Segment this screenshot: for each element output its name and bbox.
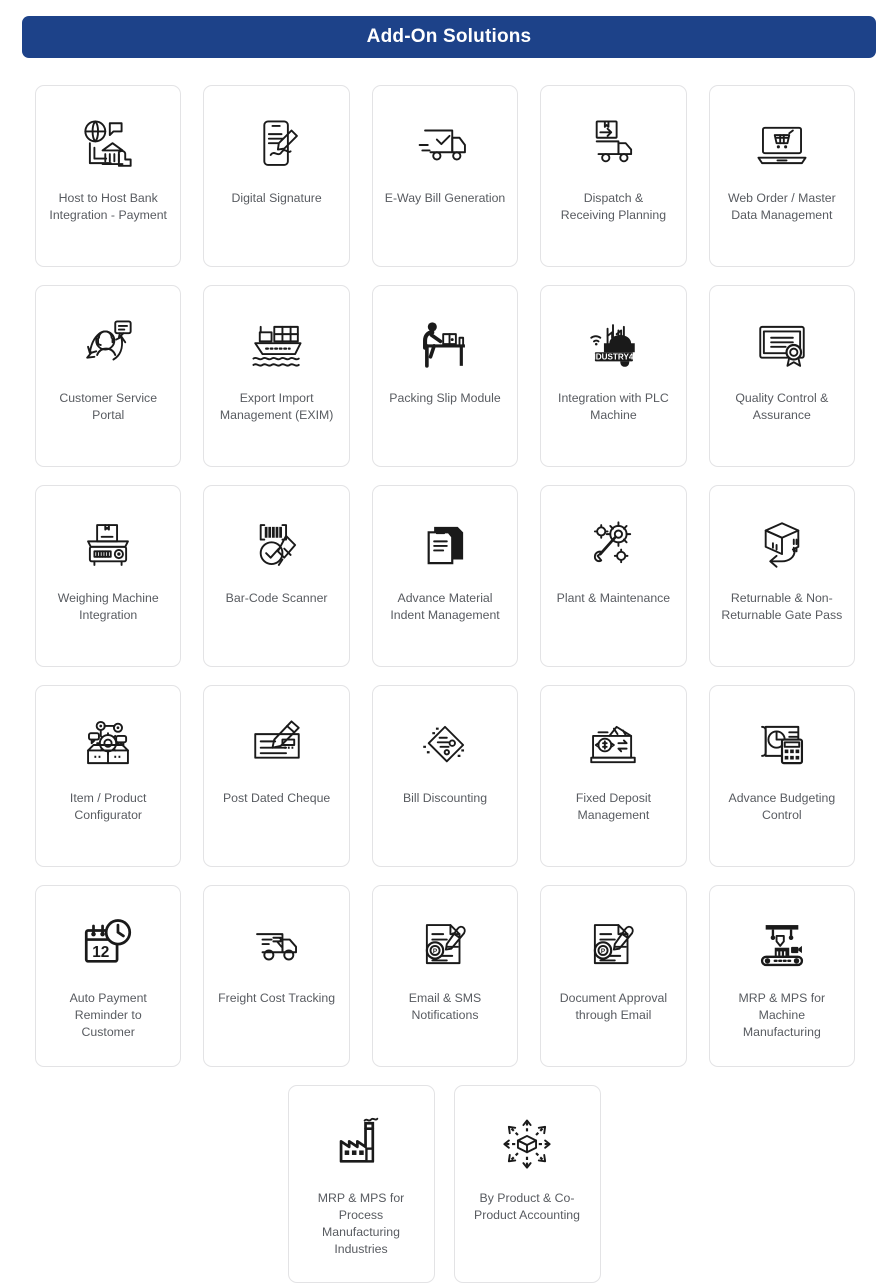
solution-card[interactable]: By Product & Co- Product Accounting: [453, 1085, 601, 1283]
industry-4-0-icon: INDUSTRY4.0: [575, 308, 651, 382]
solution-card-label: Integration with PLC Machine: [558, 391, 669, 422]
solution-card[interactable]: Digital Signature: [203, 85, 350, 267]
solutions-row: Host to Host Bank Integration - Payment D…: [0, 85, 888, 267]
solution-card-label: Advance Budgeting Control: [728, 791, 836, 822]
solution-card[interactable]: INDUSTRY4.0 Integration with PLC Machine: [540, 285, 687, 467]
solution-card[interactable]: P Document Approval through Email: [540, 885, 687, 1067]
solution-card-label: E-Way Bill Generation: [384, 191, 506, 205]
solution-card-label: MRP & MPS for Process Manufacturing Indu…: [317, 1191, 405, 1256]
cheque-pen-icon: [239, 708, 315, 782]
clipboard-folder-icon: [407, 508, 483, 582]
document-stamp-icon: P: [407, 908, 483, 982]
solution-card-label: Bill Discounting: [402, 791, 488, 805]
svg-text:12: 12: [92, 944, 109, 961]
solution-card[interactable]: Bill Discounting: [371, 685, 519, 867]
solution-card[interactable]: Host to Host Bank Integration - Payment: [35, 85, 182, 267]
solution-card-label: Item / Product Configurator: [69, 791, 147, 822]
solution-card-label: Advance Material Indent Management: [390, 591, 500, 622]
page-header-bar: Add-On Solutions: [22, 16, 876, 58]
globe-bank-payment-icon: [70, 108, 146, 182]
solutions-row: Item / Product Configurator Post Dated Ch…: [0, 685, 888, 867]
solution-card[interactable]: MRP & MPS for Machine Manufacturing: [708, 885, 856, 1067]
factory-icon: [323, 1108, 399, 1182]
solutions-row: 12 Auto Payment Reminder to Customer Freig…: [0, 885, 888, 1067]
solution-card-label: Export Import Management (EXIM): [219, 391, 334, 422]
return-box-icon: [744, 508, 820, 582]
solutions-row: Customer Service Portal Export Import Man…: [0, 285, 888, 467]
laptop-cart-icon: [744, 108, 820, 182]
solutions-grid: Host to Host Bank Integration - Payment D…: [0, 85, 888, 1284]
solution-card-label: Fixed Deposit Management: [575, 791, 652, 822]
solution-card[interactable]: Advance Material Indent Management: [371, 485, 519, 667]
solution-card[interactable]: Customer Service Portal: [35, 285, 182, 467]
solution-card-label: Dispatch & Receiving Planning: [560, 191, 667, 222]
solution-card-label: Packing Slip Module: [389, 391, 501, 405]
solution-card[interactable]: MRP & MPS for Process Manufacturing Indu…: [287, 1085, 435, 1283]
calendar-clock-icon: 12: [70, 908, 146, 982]
svg-text:P: P: [433, 948, 437, 955]
solution-card[interactable]: Weighing Machine Integration: [35, 485, 182, 667]
solution-card[interactable]: Export Import Management (EXIM): [203, 285, 350, 467]
solution-card[interactable]: Item / Product Configurator: [35, 685, 182, 867]
solution-card-label: Web Order / Master Data Management: [727, 191, 836, 222]
assembly-line-icon: [744, 908, 820, 982]
mobile-signature-icon: [239, 108, 315, 182]
solution-card-label: Auto Payment Reminder to Customer: [69, 991, 147, 1039]
solution-card[interactable]: Web Order / Master Data Management: [708, 85, 856, 267]
bill-discount-icon: [407, 708, 483, 782]
svg-text:P: P: [601, 948, 605, 955]
add-on-solutions-page: Add-On Solutions Host to Host Bank Integ…: [0, 0, 888, 1284]
solution-card[interactable]: Bar-Code Scanner: [203, 485, 350, 667]
solution-card-label: Post Dated Cheque: [222, 791, 331, 805]
solution-card[interactable]: Advance Budgeting Control: [708, 685, 856, 867]
solution-card-label: MRP & MPS for Machine Manufacturing: [738, 991, 826, 1039]
budget-calculator-icon: [744, 708, 820, 782]
solution-card-label: Customer Service Portal: [59, 391, 158, 422]
solution-card-label: Quality Control & Assurance: [735, 391, 829, 422]
solution-card[interactable]: Plant & Maintenance: [540, 485, 687, 667]
solution-card[interactable]: Returnable & Non- Returnable Gate Pass: [708, 485, 856, 667]
solution-card[interactable]: 12 Auto Payment Reminder to Customer: [35, 885, 182, 1067]
barcode-scanner-icon: [239, 508, 315, 582]
solution-card[interactable]: E-Way Bill Generation: [371, 85, 519, 267]
solution-card-label: Freight Cost Tracking: [218, 991, 336, 1005]
headset-support-icon: [70, 308, 146, 382]
worker-packing-icon: [407, 308, 483, 382]
solutions-row: MRP & MPS for Process Manufacturing Indu…: [0, 1085, 888, 1283]
weighing-scale-icon: [70, 508, 146, 582]
solution-card-label: Bar-Code Scanner: [225, 591, 328, 605]
freight-rupee-truck-icon: [239, 908, 315, 982]
solution-card[interactable]: Dispatch & Receiving Planning: [540, 85, 687, 267]
delivery-truck-box-icon: [575, 108, 651, 182]
solution-card-label: Email & SMS Notifications: [408, 991, 482, 1022]
bank-deposit-icon: [575, 708, 651, 782]
solution-card[interactable]: P Email & SMS Notifications: [371, 885, 519, 1067]
document-approval-stamp-icon: P: [575, 908, 651, 982]
solution-card[interactable]: Post Dated Cheque: [203, 685, 350, 867]
svg-text:INDUSTRY4.0: INDUSTRY4.0: [588, 353, 641, 362]
solution-card-label: Returnable & Non- Returnable Gate Pass: [721, 591, 843, 622]
solution-card[interactable]: Packing Slip Module: [371, 285, 519, 467]
solution-card-label: Digital Signature: [231, 191, 322, 205]
solution-card[interactable]: Freight Cost Tracking: [203, 885, 350, 1067]
page-title: Add-On Solutions: [366, 26, 532, 47]
solution-card-label: Plant & Maintenance: [556, 591, 671, 605]
solution-card-label: Host to Host Bank Integration - Payment: [49, 191, 167, 222]
cube-arrows-icon: [489, 1108, 565, 1182]
solution-card-label: By Product & Co- Product Accounting: [474, 1191, 580, 1222]
solution-card[interactable]: Quality Control & Assurance: [708, 285, 856, 467]
solution-card[interactable]: Fixed Deposit Management: [540, 685, 687, 867]
cargo-ship-icon: [239, 308, 315, 382]
solution-card-label: Document Approval through Email: [559, 991, 668, 1022]
solutions-row: Weighing Machine Integration Bar-Code Sca…: [0, 485, 888, 667]
gear-wrench-icon: [575, 508, 651, 582]
solution-card-label: Weighing Machine Integration: [57, 591, 159, 622]
certificate-badge-icon: [744, 308, 820, 382]
product-configurator-icon: [70, 708, 146, 782]
truck-check-icon: [407, 108, 483, 182]
